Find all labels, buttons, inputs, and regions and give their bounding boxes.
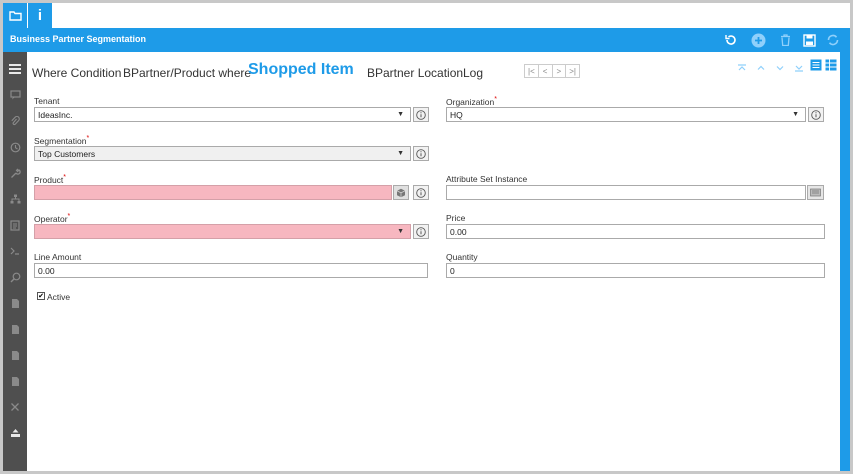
history-icon[interactable] <box>7 139 23 155</box>
next-record-button[interactable]: > <box>553 65 567 77</box>
document-icon[interactable] <box>7 373 23 389</box>
top-tab-strip: i <box>3 3 850 28</box>
app-frame: i Business Partner Segmentation Where Co… <box>3 3 850 471</box>
operator-info-icon[interactable] <box>413 224 429 239</box>
chevron-down-icon[interactable] <box>775 60 785 78</box>
attachment-icon[interactable] <box>7 113 23 129</box>
first-record-button[interactable]: |< <box>525 65 539 77</box>
dropdown-caret-icon: ▼ <box>792 111 799 118</box>
tenant-info-icon[interactable] <box>413 107 429 122</box>
new-record-icon[interactable] <box>750 32 766 48</box>
dropdown-caret-icon: ▼ <box>397 228 404 235</box>
segmentation-info-icon[interactable] <box>413 146 429 161</box>
operator-select[interactable]: ▼ <box>34 224 411 239</box>
hierarchy-icon[interactable] <box>7 191 23 207</box>
close-icon[interactable] <box>7 399 23 415</box>
product-label: Product* <box>34 174 67 185</box>
refresh-icon[interactable] <box>723 32 739 48</box>
document-icon[interactable] <box>7 321 23 337</box>
dropdown-caret-icon: ▼ <box>397 111 404 118</box>
previous-record-button[interactable]: < <box>539 65 553 77</box>
quantity-field[interactable]: 0 <box>446 263 825 278</box>
tenant-label: Tenant <box>34 96 60 106</box>
organization-info-icon[interactable] <box>808 107 824 122</box>
collapse-down-icon[interactable] <box>794 60 804 78</box>
zoom-icon[interactable] <box>7 269 23 285</box>
collapse-up-icon[interactable] <box>737 60 747 78</box>
line-amount-field[interactable]: 0.00 <box>34 263 428 278</box>
quantity-label: Quantity <box>446 252 478 262</box>
window-title-bar: Business Partner Segmentation <box>3 28 850 52</box>
tab-where-condition[interactable]: Where Condition <box>32 66 121 80</box>
grid-view-icon[interactable] <box>825 58 837 76</box>
window-title: Business Partner Segmentation <box>10 34 147 44</box>
last-record-button[interactable]: >| <box>566 65 579 77</box>
active-checkbox[interactable]: ✔ <box>37 292 45 300</box>
detail-tabs: Where Condition BPartner/Product where S… <box>27 52 840 88</box>
chat-icon[interactable] <box>7 87 23 103</box>
report-icon[interactable] <box>7 217 23 233</box>
menu-icon[interactable] <box>7 61 23 77</box>
operator-label: Operator* <box>34 213 71 224</box>
form-view-icon[interactable] <box>810 58 822 76</box>
tab-bpartner-location[interactable]: BPartner Location <box>367 66 463 80</box>
info-icon[interactable]: i <box>28 3 52 28</box>
segmentation-select[interactable]: Top Customers ▼ <box>34 146 411 161</box>
chevron-up-icon[interactable] <box>756 60 766 78</box>
attribute-set-instance-field[interactable] <box>446 185 806 200</box>
tab-log[interactable]: Log <box>463 66 483 80</box>
right-scroll-rail[interactable] <box>840 52 850 471</box>
product-info-icon[interactable] <box>413 185 429 200</box>
left-action-rail <box>3 52 27 471</box>
segmentation-label: Segmentation* <box>34 135 90 146</box>
save-icon[interactable] <box>801 32 817 48</box>
tab-bpartner-product-where[interactable]: BPartner/Product where <box>123 66 251 80</box>
price-field[interactable]: 0.00 <box>446 224 825 239</box>
document-icon[interactable] <box>7 295 23 311</box>
price-label: Price <box>446 213 466 223</box>
tab-shopped-item[interactable]: Shopped Item <box>248 61 354 79</box>
delete-icon[interactable] <box>777 32 793 48</box>
dropdown-caret-icon: ▼ <box>397 150 404 157</box>
record-navigator: |< < > >| <box>524 64 580 78</box>
folder-icon[interactable] <box>3 3 27 28</box>
export-icon[interactable] <box>7 425 23 441</box>
tenant-select[interactable]: IdeasInc. ▼ <box>34 107 411 122</box>
organization-label: Organization* <box>446 96 497 107</box>
organization-select[interactable]: HQ ▼ <box>446 107 806 122</box>
sync-icon[interactable] <box>825 32 841 48</box>
product-lookup-icon[interactable] <box>393 185 409 200</box>
product-field[interactable] <box>34 185 392 200</box>
attribute-set-lookup-icon[interactable] <box>807 185 824 200</box>
line-amount-label: Line Amount <box>34 252 82 262</box>
wrench-icon[interactable] <box>7 165 23 181</box>
active-label: Active <box>47 292 71 302</box>
document-icon[interactable] <box>7 347 23 363</box>
attribute-set-instance-label: Attribute Set Instance <box>446 174 528 184</box>
archive-icon[interactable] <box>7 243 23 259</box>
